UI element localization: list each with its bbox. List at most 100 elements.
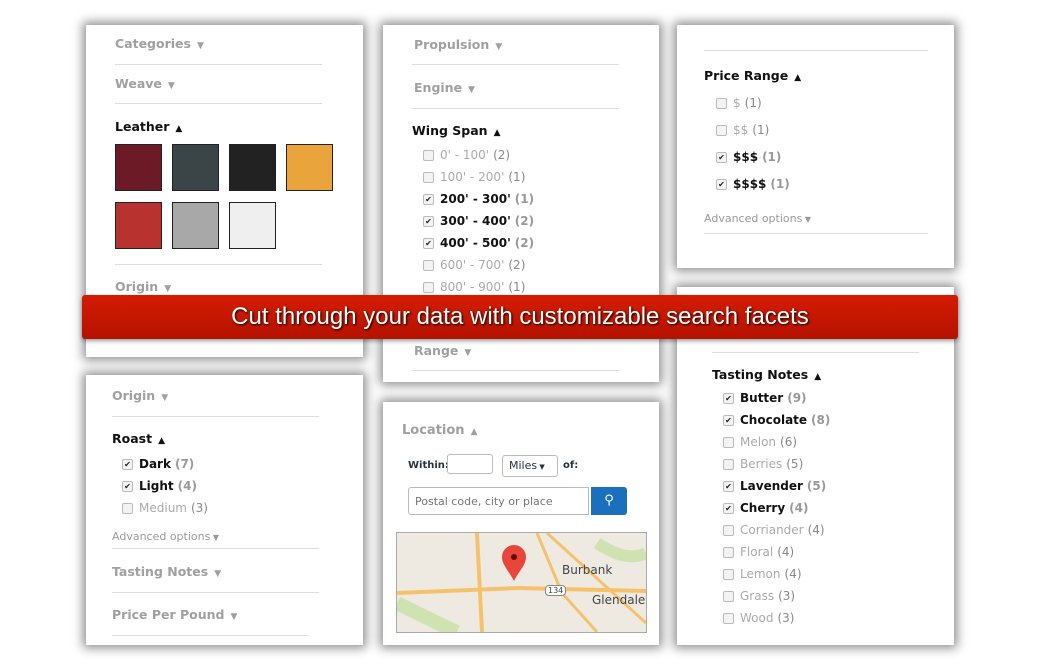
leather-swatch[interactable]	[229, 144, 276, 191]
facet-option[interactable]: $ (1)	[716, 96, 762, 110]
facet-roast[interactable]: Roast ▲	[112, 431, 165, 446]
facet-option[interactable]: Medium (3)	[122, 501, 208, 515]
checkbox[interactable]	[423, 171, 434, 183]
facet-option[interactable]: Grass (3)	[723, 589, 795, 603]
facet-price-per-pound[interactable]: Price Per Pound ▼	[112, 607, 237, 622]
checkbox[interactable]: ✔	[716, 151, 727, 163]
facet-option[interactable]: ✔ Chocolate (8)	[723, 413, 830, 427]
facet-propulsion[interactable]: Propulsion ▼	[414, 37, 502, 52]
checkbox[interactable]	[716, 97, 727, 109]
label: Range	[414, 343, 459, 358]
facet-option[interactable]: Berries (5)	[723, 457, 803, 471]
facet-option[interactable]: ✔ 400' - 500' (2)	[423, 236, 534, 250]
checkbox[interactable]: ✔	[723, 480, 734, 492]
caret-down-icon: ▼	[495, 42, 503, 52]
facet-option[interactable]: ✔ Cherry (4)	[723, 501, 808, 515]
facet-engine[interactable]: Engine ▼	[414, 80, 475, 95]
option-label: Floral	[740, 545, 774, 559]
checkbox[interactable]	[723, 590, 734, 602]
checkbox[interactable]: ✔	[423, 237, 434, 249]
facet-option[interactable]: ✔ $$$$ (1)	[716, 177, 790, 191]
facet-weave[interactable]: Weave ▼	[115, 76, 175, 91]
checkbox[interactable]: ✔	[423, 193, 434, 205]
facet-option[interactable]: Wood (3)	[723, 611, 794, 625]
within-distance-input[interactable]	[447, 454, 493, 474]
divider	[412, 108, 619, 109]
facet-location[interactable]: Location ▲	[402, 423, 477, 438]
facet-tasting-notes[interactable]: Tasting Notes ▼	[112, 564, 221, 579]
checkbox[interactable]	[723, 524, 734, 536]
option-count: (5)	[806, 479, 827, 493]
option-label: Medium	[139, 501, 187, 515]
label: Tasting Notes	[112, 564, 209, 579]
facet-price-range[interactable]: Price Range ▲	[704, 68, 801, 83]
facet-option[interactable]: 800' - 900' (1)	[423, 280, 525, 294]
checkbox[interactable]: ✔	[723, 502, 734, 514]
checkbox[interactable]: ✔	[723, 414, 734, 426]
checkbox[interactable]	[723, 612, 734, 624]
checkbox[interactable]: ✔	[122, 458, 133, 470]
leather-swatch[interactable]	[115, 202, 162, 249]
checkbox[interactable]: ✔	[723, 392, 734, 404]
divider	[412, 64, 619, 65]
checkbox[interactable]	[122, 502, 133, 514]
facet-option[interactable]: ✔ Dark (7)	[122, 457, 194, 471]
checkbox[interactable]	[423, 281, 434, 293]
facet-option[interactable]: ✔ Lavender (5)	[723, 479, 826, 493]
map[interactable]: Burbank Glendale 134	[396, 532, 647, 633]
facet-option[interactable]: 600' - 700' (2)	[423, 258, 525, 272]
label: Advanced options	[704, 212, 803, 225]
leather-swatch[interactable]	[286, 144, 333, 191]
label: Miles	[509, 459, 538, 472]
checkbox[interactable]	[723, 458, 734, 470]
facet-range[interactable]: Range ▼	[414, 343, 471, 358]
facet-option[interactable]: ✔ 300' - 400' (2)	[423, 214, 534, 228]
checkbox[interactable]: ✔	[716, 178, 727, 190]
advanced-options-link[interactable]: Advanced options ▼	[112, 530, 219, 543]
facet-option[interactable]: Corriander (4)	[723, 523, 825, 537]
facet-leather[interactable]: Leather ▲	[115, 119, 182, 134]
leather-swatch[interactable]	[172, 202, 219, 249]
facet-option[interactable]: $$ (1)	[716, 123, 769, 137]
advanced-options-link[interactable]: Advanced options ▼	[704, 212, 811, 225]
facet-option[interactable]: Lemon (4)	[723, 567, 802, 581]
checkbox[interactable]	[423, 259, 434, 271]
checkbox[interactable]: ✔	[423, 215, 434, 227]
checkbox[interactable]	[716, 124, 727, 136]
option-count: (1)	[770, 177, 790, 191]
place-input[interactable]	[408, 487, 589, 515]
facet-categories[interactable]: Categories ▼	[115, 36, 204, 51]
facet-option[interactable]: ✔ $$$ (1)	[716, 150, 781, 164]
checkbox[interactable]	[723, 436, 734, 448]
label: Advanced options	[112, 530, 211, 543]
option-count: (1)	[514, 192, 535, 206]
facet-option[interactable]: ✔ Light (4)	[122, 479, 197, 493]
option-count: (2)	[508, 258, 526, 272]
location-facet-panel: Location ▲ Within: Miles ▼ of: ⚲ Burbank …	[383, 402, 659, 645]
checkbox[interactable]: ✔	[122, 480, 133, 492]
option-label: Butter	[740, 391, 784, 405]
search-button[interactable]: ⚲	[591, 487, 627, 515]
checkbox[interactable]	[423, 149, 434, 161]
facet-tasting-notes[interactable]: Tasting Notes ▲	[712, 367, 821, 382]
facet-origin[interactable]: Origin ▼	[112, 388, 168, 403]
option-label: Corriander	[740, 523, 804, 537]
facet-option[interactable]: ✔ 200' - 300' (1)	[423, 192, 534, 206]
facet-wing-span[interactable]: Wing Span ▲	[412, 123, 500, 138]
checkbox[interactable]	[723, 568, 734, 580]
facet-option[interactable]: 100' - 200' (1)	[423, 170, 525, 184]
leather-swatch[interactable]	[115, 144, 162, 191]
facet-option[interactable]: 0' - 100' (2)	[423, 148, 510, 162]
leather-swatch[interactable]	[229, 202, 276, 249]
caret-down-icon: ▼	[230, 612, 238, 622]
facet-option[interactable]: ✔ Butter (9)	[723, 391, 807, 405]
label: Leather	[115, 119, 170, 134]
option-label: Wood	[740, 611, 774, 625]
unit-select[interactable]: Miles ▼	[502, 455, 558, 477]
facet-origin[interactable]: Origin ▼	[115, 279, 171, 294]
leather-swatch[interactable]	[172, 144, 219, 191]
facet-option[interactable]: Floral (4)	[723, 545, 794, 559]
divider	[704, 50, 928, 51]
checkbox[interactable]	[723, 546, 734, 558]
facet-option[interactable]: Melon (6)	[723, 435, 797, 449]
